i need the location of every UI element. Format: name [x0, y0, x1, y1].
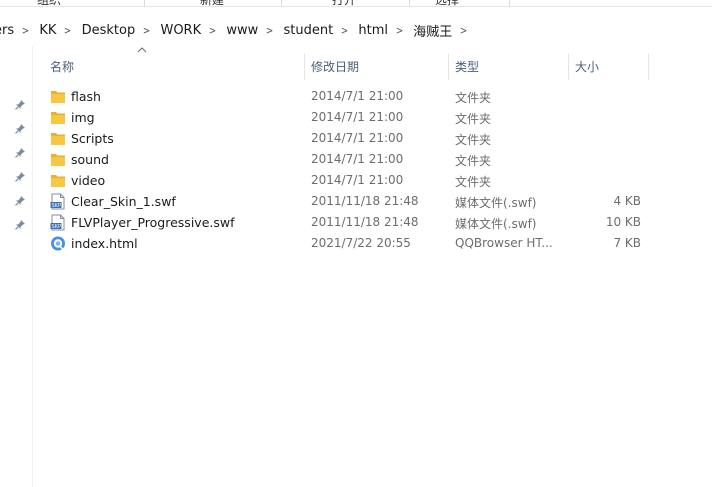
file-size: 10 KB — [605, 215, 641, 229]
file-row[interactable]: img 2014/7/1 21:00 文件夹 — [44, 107, 654, 128]
chevron-right-icon[interactable]: > — [209, 24, 216, 37]
swf-file-icon: SKP — [50, 214, 65, 231]
file-row[interactable]: video 2014/7/1 21:00 文件夹 — [44, 170, 654, 191]
breadcrumb-item[interactable]: KK — [39, 23, 56, 38]
file-type: 文件夹 — [455, 91, 492, 105]
chevron-right-icon[interactable]: > — [143, 24, 150, 37]
breadcrumb: ers > KK > Desktop > WORK > www > studen… — [0, 21, 477, 40]
ribbon-group-select[interactable]: 选择 — [410, 0, 510, 7]
file-row[interactable]: Scripts 2014/7/1 21:00 文件夹 — [44, 128, 654, 149]
breadcrumb-item[interactable]: html — [358, 23, 388, 38]
folder-icon — [51, 112, 65, 124]
pin-icon[interactable] — [14, 99, 26, 111]
svg-text:SKP: SKP — [52, 203, 61, 209]
file-type: 文件夹 — [455, 112, 492, 126]
ribbon-group-label: 打开 — [332, 0, 357, 7]
column-header-type[interactable]: 类型 — [449, 54, 569, 80]
column-header-size[interactable]: 大小 — [569, 54, 649, 80]
file-type: 媒体文件(.swf) — [455, 217, 537, 231]
pin-icon[interactable] — [14, 123, 26, 135]
file-row[interactable]: SKP FLVPlayer_Progressive.swf 2011/11/18… — [44, 212, 654, 233]
file-name: index.html — [71, 236, 138, 251]
file-row[interactable]: sound 2014/7/1 21:00 文件夹 — [44, 149, 654, 170]
file-type: 媒体文件(.swf) — [455, 196, 537, 210]
chevron-right-icon[interactable]: > — [460, 24, 467, 37]
ribbon: 组织 新建 打开 选择 — [0, 0, 712, 7]
column-header-label: 修改日期 — [311, 60, 360, 74]
chevron-right-icon[interactable]: > — [64, 24, 71, 37]
column-header-label: 类型 — [455, 60, 480, 74]
file-type: 文件夹 — [455, 154, 492, 168]
chevron-right-icon[interactable]: > — [266, 24, 273, 37]
file-name: sound — [71, 152, 109, 167]
file-type: 文件夹 — [455, 133, 492, 147]
file-modified: 2014/7/1 21:00 — [311, 110, 404, 124]
chevron-right-icon[interactable]: > — [22, 24, 29, 37]
file-modified: 2014/7/1 21:00 — [311, 89, 404, 103]
file-type: QQBrowser HT... — [455, 236, 553, 250]
file-modified: 2014/7/1 21:00 — [311, 152, 404, 166]
file-type: 文件夹 — [455, 175, 492, 189]
breadcrumb-item-current[interactable]: 海贼王 — [413, 21, 452, 40]
file-modified: 2014/7/1 21:00 — [311, 131, 404, 145]
chevron-right-icon[interactable]: > — [341, 24, 348, 37]
ribbon-group-open[interactable]: 打开 — [282, 0, 410, 7]
file-modified: 2021/7/22 20:55 — [311, 236, 411, 250]
column-header-name[interactable]: 名称 — [44, 54, 305, 80]
file-modified: 2011/11/18 21:48 — [311, 194, 419, 208]
pin-icon[interactable] — [14, 219, 26, 231]
file-modified: 2014/7/1 21:00 — [311, 173, 404, 187]
file-row[interactable]: flash 2014/7/1 21:00 文件夹 — [44, 86, 654, 107]
html-file-icon — [51, 236, 65, 251]
column-header-label: 名称 — [50, 60, 75, 74]
svg-text:SKP: SKP — [52, 224, 61, 230]
breadcrumb-item[interactable]: www — [226, 23, 258, 38]
file-name: flash — [71, 89, 101, 104]
pin-icon[interactable] — [14, 171, 26, 183]
folder-icon — [51, 154, 65, 166]
breadcrumb-item[interactable]: WORK — [160, 23, 201, 38]
column-header-row: 名称 修改日期 类型 大小 — [33, 54, 712, 80]
sort-ascending-icon — [137, 47, 147, 53]
file-name: video — [71, 173, 106, 188]
swf-file-icon: SKP — [50, 193, 65, 210]
ribbon-group-label: 组织 — [37, 0, 62, 7]
pin-icon[interactable] — [14, 195, 26, 207]
file-row[interactable]: SKP Clear_Skin_1.swf 2011/11/18 21:48 媒体… — [44, 191, 654, 212]
ribbon-group-label: 选择 — [435, 0, 460, 7]
chevron-right-icon[interactable]: > — [396, 24, 403, 37]
folder-icon — [51, 91, 65, 103]
address-bar[interactable]: ers > KK > Desktop > WORK > www > studen… — [0, 15, 712, 45]
breadcrumb-item[interactable]: student — [283, 23, 333, 38]
navigation-pane[interactable] — [0, 46, 33, 487]
file-size: 4 KB — [613, 194, 641, 208]
ribbon-group-organize[interactable]: 组织 — [0, 0, 145, 7]
file-modified: 2011/11/18 21:48 — [311, 215, 419, 229]
folder-icon — [51, 175, 65, 187]
file-name: Clear_Skin_1.swf — [71, 194, 176, 209]
file-row[interactable]: index.html 2021/7/22 20:55 QQBrowser HT.… — [44, 233, 654, 254]
breadcrumb-item[interactable]: ers — [0, 23, 14, 38]
column-header-modified[interactable]: 修改日期 — [305, 54, 449, 80]
breadcrumb-item[interactable]: Desktop — [82, 23, 136, 38]
file-name: Scripts — [71, 131, 114, 146]
ribbon-group-new[interactable]: 新建 — [145, 0, 282, 7]
file-name: img — [71, 110, 95, 125]
folder-icon — [51, 133, 65, 145]
file-size: 7 KB — [613, 236, 641, 250]
ribbon-group-label: 新建 — [200, 0, 225, 7]
file-name: FLVPlayer_Progressive.swf — [71, 215, 235, 230]
column-header-label: 大小 — [575, 60, 600, 74]
pin-icon[interactable] — [14, 147, 26, 159]
